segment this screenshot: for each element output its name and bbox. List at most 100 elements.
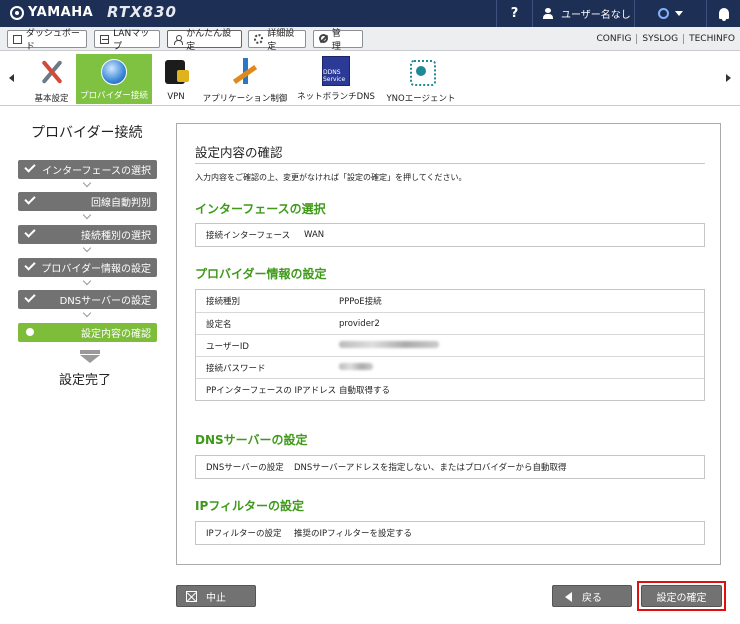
tab-easy-setup[interactable]: かんたん設定 [167, 29, 242, 52]
step-label: 接続種別の選択 [81, 231, 151, 242]
triangle-left-icon [565, 592, 572, 602]
model-name: RTX830 [107, 3, 177, 21]
table-row: DNSサーバーの設定 DNSサーバーアドレスを指定しない、またはプロバイダーから… [196, 456, 704, 478]
feature-menu: 基本設定 プロバイダー接続 VPN アプリケーション制御 DDNS Servic… [0, 51, 740, 106]
section-heading: DNSサーバーの設定 [195, 433, 308, 447]
tab-label: 詳細設定 [267, 29, 295, 52]
dns-service-icon: DDNS Service [322, 56, 350, 86]
check-icon [24, 226, 36, 238]
person-icon [173, 34, 184, 45]
interface-table: 接続インターフェース WAN [195, 223, 705, 247]
step-interface-select: インターフェースの選択 [18, 160, 157, 179]
close-icon [186, 591, 197, 602]
row-key: 設定名 [206, 319, 232, 330]
yno-icon [406, 56, 436, 88]
row-value: WAN [304, 230, 325, 240]
step-dns-server: DNSサーバーの設定 [18, 290, 157, 309]
config-link[interactable]: CONFIG [592, 34, 637, 44]
chevron-down-icon [675, 11, 683, 16]
notification-button[interactable] [706, 0, 740, 27]
check-icon [24, 291, 36, 303]
confirm-panel: 設定内容の確認 入力内容をご確認の上、変更がなければ「設定の確定」を押してくださ… [176, 123, 721, 565]
user-icon [543, 8, 553, 19]
row-key: DNSサーバーの設定 [206, 463, 284, 473]
provider-info-table: 接続種別 PPPoE接続 設定名 provider2 ユーザーID 接続パスワー… [195, 289, 705, 401]
step-label: 回線自動判別 [91, 198, 151, 209]
wizard-title: プロバイダー接続 [31, 125, 143, 141]
button-label: 設定の確定 [656, 592, 707, 604]
section-heading: IPフィルターの設定 [195, 499, 305, 513]
check-icon [24, 259, 36, 271]
menu-vpn[interactable]: VPN [158, 54, 194, 104]
table-row: 設定名 provider2 [196, 312, 704, 334]
main-tabs: ダッシュボード LANマップ かんたん設定 詳細設定 管 理 CONFIG SY… [0, 27, 740, 52]
chevron-down-icon [82, 210, 92, 220]
button-label: 中止 [206, 592, 226, 604]
back-button[interactable]: 戻る [552, 585, 632, 607]
page-title: 設定内容の確認 [195, 145, 283, 160]
row-key: ユーザーID [206, 341, 249, 352]
top-links: CONFIG SYSLOG TECHINFO [592, 27, 740, 50]
dns-table: DNSサーバーの設定 DNSサーバーアドレスを指定しない、またはプロバイダーから… [195, 455, 705, 479]
chevron-down-icon [82, 178, 92, 188]
menu-label: VPN [167, 92, 185, 102]
yamaha-mark-icon [10, 5, 24, 20]
menu-application-control[interactable]: アプリケーション制御 [200, 54, 290, 104]
chevron-down-icon [82, 276, 92, 286]
menu-basic-settings[interactable]: 基本設定 [29, 54, 74, 104]
scroll-right-arrow-icon[interactable] [726, 74, 731, 82]
tab-advanced[interactable]: 詳細設定 [248, 29, 306, 52]
brand-name: YAMAHA [28, 5, 94, 20]
section-heading: インターフェースの選択 [195, 202, 326, 216]
tab-label: 管 理 [331, 29, 350, 52]
tab-label: かんたん設定 [186, 29, 232, 52]
table-row: IPフィルターの設定 推奨のIPフィルターを設定する [196, 522, 704, 544]
ip-filter-table: IPフィルターの設定 推奨のIPフィルターを設定する [195, 521, 705, 545]
table-row: 接続パスワード [196, 356, 704, 378]
menu-yno-agent[interactable]: YNOエージェント [383, 54, 459, 104]
arrow-down-icon [80, 350, 100, 364]
redacted-password [339, 362, 373, 370]
tab-dashboard[interactable]: ダッシュボード [7, 29, 87, 52]
button-label: 戻る [582, 592, 602, 604]
title-divider [195, 163, 705, 164]
menu-netvolante-dns[interactable]: DDNS Service ネットボランチDNS [295, 54, 377, 104]
step-line-detect: 回線自動判別 [18, 192, 157, 211]
menu-label: ネットボランチDNS [297, 92, 375, 102]
redacted-user-id [339, 340, 439, 348]
techinfo-link[interactable]: TECHINFO [683, 33, 740, 44]
step-label: インターフェースの選択 [42, 166, 151, 177]
row-key: PPインターフェースの IPアドレス [206, 385, 337, 396]
status-ring-icon [658, 8, 669, 19]
help-button[interactable]: ? [496, 0, 532, 27]
menu-label: アプリケーション制御 [202, 94, 288, 104]
section-heading: プロバイダー情報の設定 [195, 267, 327, 281]
step-label: 設定内容の確認 [81, 329, 151, 340]
menu-label: プロバイダー接続 [80, 91, 148, 101]
user-menu[interactable]: ユーザー名なし [532, 0, 634, 27]
row-key: 接続種別 [206, 297, 241, 307]
dns-icon-text: DDNS Service [323, 69, 346, 83]
chevron-down-icon [82, 308, 92, 318]
tab-lan-map[interactable]: LANマップ [94, 29, 160, 52]
cancel-button[interactable]: 中止 [176, 585, 256, 607]
tab-manage[interactable]: 管 理 [313, 29, 363, 52]
confirm-settings-button[interactable]: 設定の確定 [641, 585, 722, 607]
table-row: 接続インターフェース WAN [196, 224, 704, 246]
tab-label: LANマップ [113, 29, 150, 52]
chevron-down-icon [82, 243, 92, 253]
tab-label: ダッシュボード [25, 29, 80, 52]
step-label: DNSサーバーの設定 [59, 296, 151, 307]
row-key: IPフィルターの設定 [206, 529, 282, 539]
menu-provider-connection[interactable]: プロバイダー接続 [76, 54, 152, 104]
status-dropdown[interactable] [634, 0, 706, 27]
step-label: プロバイダー情報の設定 [41, 264, 151, 275]
syslog-link[interactable]: SYSLOG [636, 33, 683, 44]
table-row: PPインターフェースの IPアドレス 自動取得する [196, 378, 704, 400]
lan-map-icon [100, 34, 110, 44]
table-row: 接続種別 PPPoE接続 [196, 290, 704, 312]
row-value: PPPoE接続 [339, 297, 382, 307]
wrench-icon [319, 34, 328, 44]
scroll-left-arrow-icon[interactable] [9, 74, 14, 82]
vpn-icon [161, 56, 191, 88]
